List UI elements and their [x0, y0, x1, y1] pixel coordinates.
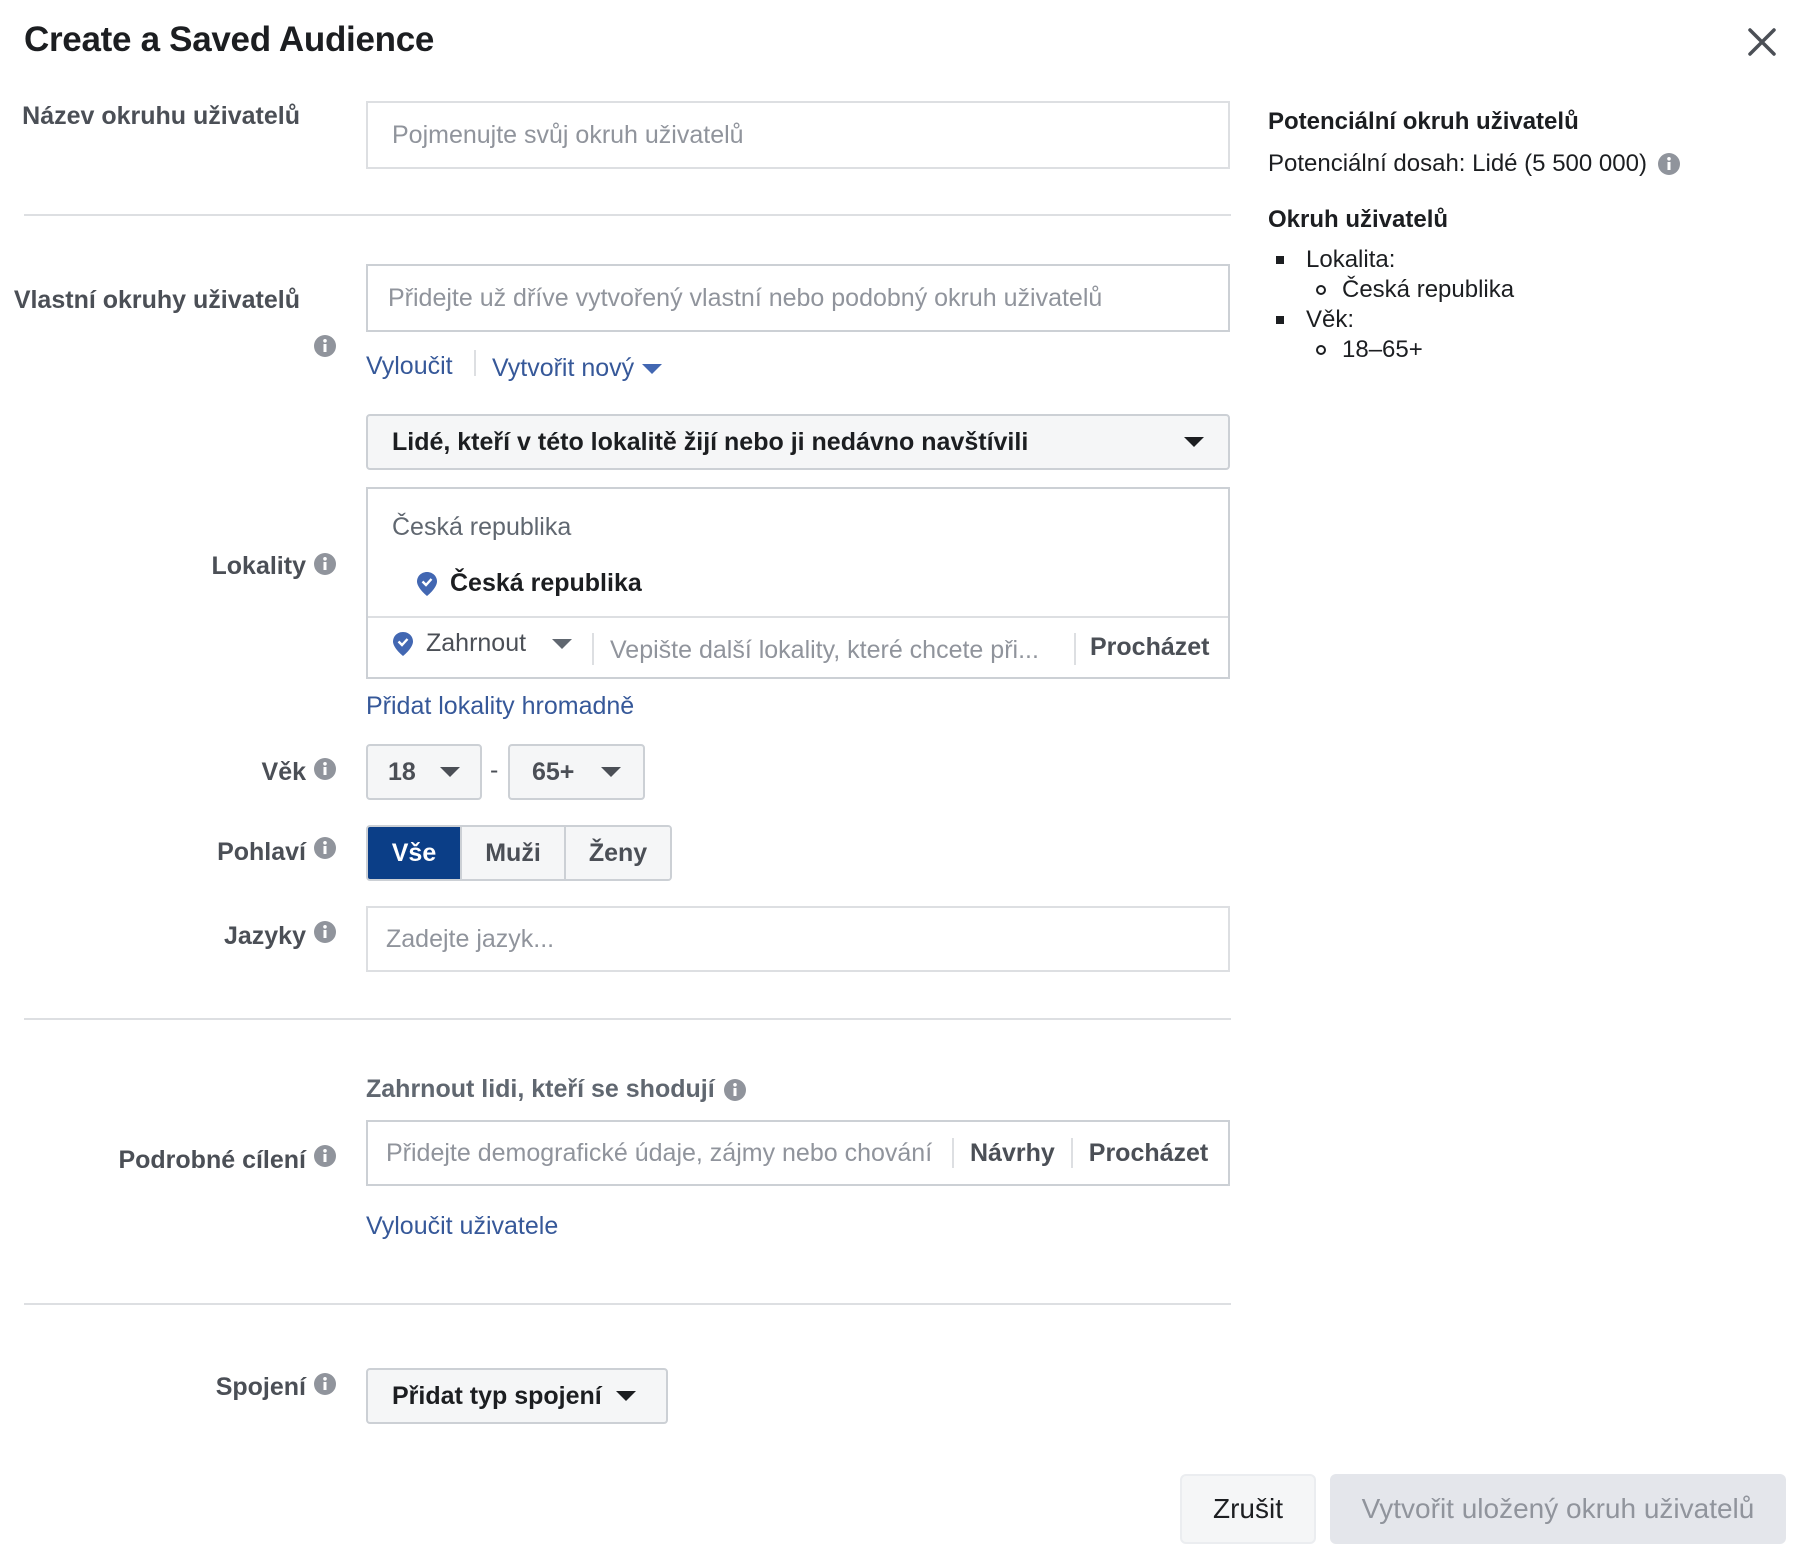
exclude-people-link[interactable]: Vyloučit uživatele [366, 1212, 558, 1241]
summary-subitem: Česká republika [1316, 276, 1514, 304]
info-icon[interactable] [313, 1144, 337, 1168]
include-select-label: Zahrnout [426, 629, 527, 657]
location-type-select[interactable]: Lidé, kteří v této lokalitě žijí nebo ji… [366, 414, 1230, 470]
browse-separator [1074, 633, 1076, 665]
gender-label: Pohlaví [217, 838, 306, 866]
info-icon[interactable] [313, 1372, 337, 1396]
detailed-targeting-heading-text: Zahrnout lidi, kteří se shodují [366, 1075, 715, 1103]
create-new-dropdown[interactable]: Vytvořit nový [492, 354, 663, 383]
gender-option-all[interactable]: Vše [368, 827, 460, 879]
exclude-custom-link[interactable]: Vyloučit [366, 352, 453, 381]
age-max-value: 65+ [532, 757, 575, 786]
bullet-circle [1316, 285, 1326, 295]
audience-name-placeholder: Pojmenujte svůj okruh uživatelů [392, 120, 744, 149]
potential-reach-text: Potenciální dosah: Lidé (5 500 000) [1268, 150, 1647, 177]
section-divider [24, 1018, 1231, 1020]
detailed-targeting-label: Podrobné cílení [118, 1146, 306, 1174]
languages-label: Jazyky [223, 922, 306, 950]
location-browse-button[interactable]: Procházet [1090, 633, 1209, 662]
location-pin-icon [416, 571, 438, 597]
audience-name-label: Název okruhu uživatelů [22, 102, 300, 130]
summary-item-value: Česká republika [1342, 276, 1515, 303]
gender-option-men[interactable]: Muži [460, 827, 564, 879]
detailed-targeting-input[interactable]: Přidejte demografické údaje, zájmy nebo … [366, 1120, 1230, 1186]
selected-location-item[interactable]: Česká republika [416, 569, 642, 598]
info-icon[interactable] [313, 552, 337, 576]
location-box: Česká republika Česká republika Zahrnout… [366, 487, 1230, 679]
info-icon[interactable] [1657, 152, 1681, 176]
detailed-targeting-placeholder: Přidejte demografické údaje, zájmy nebo … [386, 1138, 933, 1167]
summary-item: Věk: [1276, 306, 1354, 334]
caret-down-icon [642, 363, 663, 374]
summary-item-label: Lokalita: [1306, 246, 1396, 273]
caret-down-icon [1184, 437, 1204, 447]
add-connection-type-button[interactable]: Přidat typ spojení [366, 1368, 668, 1424]
suggestions-button[interactable]: Návrhy [954, 1139, 1071, 1168]
detailed-targeting-heading: Zahrnout lidi, kteří se shodují [366, 1075, 747, 1104]
info-icon[interactable] [313, 334, 337, 358]
link-separator [474, 350, 476, 376]
age-min-select[interactable]: 18 [366, 744, 482, 800]
language-placeholder: Zadejte jazyk... [386, 924, 555, 953]
custom-audiences-label: Vlastní okruhy uživatelů [13, 286, 300, 314]
potential-audience-heading: Potenciální okruh uživatelů [1268, 108, 1579, 135]
gender-option-women[interactable]: Ženy [564, 827, 670, 879]
custom-audiences-input[interactable]: Přidejte už dříve vytvořený vlastní nebo… [366, 264, 1230, 332]
audience-summary-heading: Okruh uživatelů [1268, 206, 1449, 233]
dialog-title: Create a Saved Audience [24, 20, 435, 59]
section-divider [24, 214, 1231, 216]
selected-location-label: Česká republika [450, 569, 642, 597]
section-divider [24, 1303, 1231, 1305]
summary-item: Lokalita: [1276, 246, 1395, 274]
age-separator: - [490, 756, 499, 784]
info-icon[interactable] [313, 836, 337, 860]
create-new-label: Vytvořit nový [492, 354, 635, 382]
bullet-circle [1316, 345, 1326, 355]
audience-name-input[interactable]: Pojmenujte svůj okruh uživatelů [366, 101, 1230, 169]
location-pin-icon [392, 631, 414, 657]
summary-subitem: 18–65+ [1316, 336, 1423, 364]
summary-item-value: 18–65+ [1342, 336, 1423, 363]
language-input[interactable]: Zadejte jazyk... [366, 906, 1230, 972]
add-connection-type-label: Přidat typ spojení [392, 1381, 602, 1410]
age-label: Věk [261, 758, 306, 786]
bullet-square [1276, 256, 1284, 264]
location-type-label: Lidé, kteří v této lokalitě žijí nebo ji… [392, 427, 1029, 456]
create-saved-audience-button[interactable]: Vytvořit uložený okruh uživatelů [1330, 1474, 1786, 1544]
caret-down-icon [440, 767, 460, 777]
connections-label: Spojení [215, 1373, 306, 1401]
close-icon[interactable] [1742, 22, 1782, 62]
bullet-square [1276, 316, 1284, 324]
caret-down-icon [601, 767, 621, 777]
summary-item-label: Věk: [1306, 306, 1355, 333]
info-icon[interactable] [313, 757, 337, 781]
locations-label: Lokality [211, 552, 306, 580]
info-icon[interactable] [313, 920, 337, 944]
age-min-value: 18 [388, 757, 416, 786]
include-separator [592, 633, 594, 665]
caret-down-icon [615, 1391, 636, 1401]
location-box-divider [368, 616, 1228, 618]
gender-segmented-control: Vše Muži Ženy [366, 825, 672, 881]
location-search-input[interactable]: Vepište další lokality, které chcete při… [610, 636, 1050, 665]
bulk-locations-link[interactable]: Přidat lokality hromadně [366, 692, 634, 721]
caret-down-icon [552, 638, 573, 649]
cancel-button[interactable]: Zrušit [1180, 1474, 1316, 1544]
age-max-select[interactable]: 65+ [508, 744, 645, 800]
potential-reach: Potenciální dosah: Lidé (5 500 000) [1268, 150, 1681, 178]
custom-audiences-placeholder: Přidejte už dříve vytvořený vlastní nebo… [388, 283, 1103, 312]
detailed-browse-button[interactable]: Procházet [1073, 1139, 1224, 1168]
info-icon[interactable] [723, 1078, 747, 1102]
location-group-label: Česká republika [392, 513, 572, 541]
include-select[interactable]: Zahrnout [392, 629, 573, 658]
